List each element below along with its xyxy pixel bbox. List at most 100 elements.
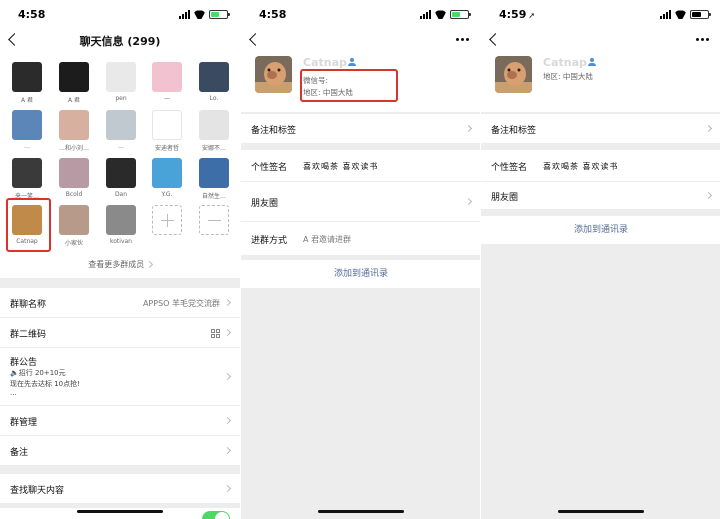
member-tile[interactable]: 自然生… — [199, 158, 231, 200]
chevron-right-icon — [464, 197, 473, 206]
member-tile[interactable]: … — [12, 110, 44, 150]
chevron-right-icon — [223, 298, 232, 307]
member-tile[interactable]: A 君 — [59, 62, 91, 104]
more-icon[interactable] — [696, 38, 709, 41]
remark-tags-row[interactable]: 备注和标签 — [241, 114, 480, 144]
avatar[interactable] — [495, 56, 532, 93]
home-indicator — [77, 510, 163, 513]
avatar[interactable] — [255, 56, 292, 93]
member-tile[interactable]: 小家伙 — [59, 205, 91, 247]
member-profile-screen-2: 4:59 ➚ Catnap 地区: 中国大陆 备注和标签 个性签名 喜欢喝茶 喜欢… — [480, 0, 720, 519]
signal-icon — [420, 9, 431, 19]
back-icon[interactable] — [249, 33, 262, 46]
add-to-contacts-button[interactable]: 添加到通讯录 — [481, 216, 720, 244]
remove-member-button[interactable] — [199, 205, 231, 235]
avatar — [106, 110, 136, 140]
home-indicator — [557, 510, 644, 513]
chevron-right-icon — [223, 416, 232, 425]
member-tile[interactable]: Bcold — [59, 158, 91, 198]
avatar — [12, 62, 42, 92]
member-tile[interactable]: 安迪者哲 — [152, 110, 184, 152]
member-name: … — [118, 143, 124, 150]
group-notice-row[interactable]: 群公告 🔈招行 20+10元 现在先去达标 10点抢! ... — [0, 348, 240, 406]
moments-row[interactable]: 朋友圈 — [481, 182, 720, 210]
member-tile[interactable]: … — [106, 110, 138, 150]
remark-tags-row[interactable]: 备注和标签 — [481, 114, 720, 144]
chat-info-screen: 4:58 聊天信息 (299) A 君 A 君 pen — Lo. … …和小刘… … 安迪者哲… — [0, 0, 240, 519]
member-name: A 君 — [67, 97, 80, 104]
member-name: Dan — [114, 191, 128, 198]
battery-icon — [450, 9, 471, 19]
qr-code-icon — [211, 329, 220, 338]
see-more-members-link[interactable]: 查看更多群成员 — [0, 259, 240, 270]
member-name: kotivan — [110, 238, 132, 245]
avatar — [59, 158, 89, 188]
battery-icon — [209, 9, 230, 19]
more-icon[interactable] — [456, 38, 469, 41]
signature-row: 个性签名 喜欢喝茶 喜欢读书 — [241, 150, 480, 182]
back-icon[interactable] — [489, 33, 502, 46]
add-to-contacts-button[interactable]: 添加到通讯录 — [241, 260, 480, 288]
member-tile[interactable]: Dan — [106, 158, 138, 198]
avatar — [152, 158, 182, 188]
status-time: 4:58 — [259, 8, 287, 21]
chevron-right-icon — [223, 372, 232, 381]
status-bar: 4:59 ➚ — [481, 0, 720, 28]
nav-bar — [241, 28, 480, 54]
member-name: Bcold — [65, 191, 83, 198]
member-tile[interactable]: A 君 — [12, 62, 44, 104]
member-name: pen — [115, 95, 127, 102]
nav-bar — [481, 28, 720, 54]
group-name-row[interactable]: 群聊名称 APPSO 羊毛党交流群 — [0, 288, 240, 318]
member-name: 小家伙 — [64, 240, 83, 247]
member-tile[interactable]: 安娜不… — [199, 110, 231, 152]
avatar — [106, 158, 136, 188]
avatar — [152, 62, 182, 92]
member-name: 安娜不… — [201, 145, 226, 152]
highlight-box — [6, 198, 51, 252]
avatar — [199, 110, 229, 140]
person-icon — [588, 58, 596, 66]
chevron-right-icon — [464, 124, 473, 133]
wifi-icon — [435, 10, 446, 19]
region: 地区: 中国大陆 — [543, 72, 593, 81]
home-indicator — [317, 510, 404, 513]
avatar — [12, 158, 42, 188]
chevron-right-icon — [704, 124, 713, 133]
moments-row[interactable]: 朋友圈 — [241, 182, 480, 222]
location-icon: ➚ — [528, 11, 536, 20]
member-tile[interactable]: — — [152, 62, 184, 102]
member-tile[interactable]: kotivan — [106, 205, 138, 245]
profile-header: Catnap 地区: 中国大陆 — [481, 54, 720, 112]
nav-bar: 聊天信息 (299) — [0, 28, 240, 54]
member-tile[interactable]: Y.G. — [152, 158, 184, 198]
add-member-button[interactable] — [152, 205, 184, 235]
search-chat-row[interactable]: 查找聊天内容 — [0, 474, 240, 504]
group-manage-row[interactable]: 群管理 — [0, 406, 240, 436]
signature-row: 个性签名 喜欢喝茶 喜欢读书 — [481, 150, 720, 182]
member-tile[interactable]: Lo. — [199, 62, 231, 102]
avatar — [199, 158, 229, 188]
join-method-row: 进群方式 A 君邀请进群 — [241, 222, 480, 256]
avatar — [199, 62, 229, 92]
chevron-right-icon — [145, 260, 153, 269]
status-time: 4:58 — [18, 8, 46, 21]
status-bar: 4:58 — [241, 0, 480, 28]
toggle-switch[interactable] — [202, 511, 230, 519]
member-name: Y.G. — [161, 191, 173, 198]
avatar — [106, 62, 136, 92]
member-name: …和小刘… — [59, 145, 89, 152]
member-name: A 君 — [20, 97, 33, 104]
group-qr-row[interactable]: 群二维码 — [0, 318, 240, 348]
member-name: — — [164, 95, 170, 102]
remark-row[interactable]: 备注 — [0, 436, 240, 466]
member-tile[interactable]: 来一笑… — [12, 158, 44, 200]
member-grid: A 君 A 君 pen — Lo. … …和小刘… … 安迪者哲 安娜不… 来一笑… Bcold Dan… — [0, 54, 240, 278]
chevron-right-icon — [223, 446, 232, 455]
status-time: 4:59 ➚ — [499, 8, 536, 21]
signal-icon — [179, 9, 190, 19]
member-name: Lo. — [209, 95, 219, 102]
member-tile[interactable]: pen — [106, 62, 138, 102]
avatar — [152, 110, 182, 140]
member-tile[interactable]: …和小刘… — [59, 110, 91, 152]
